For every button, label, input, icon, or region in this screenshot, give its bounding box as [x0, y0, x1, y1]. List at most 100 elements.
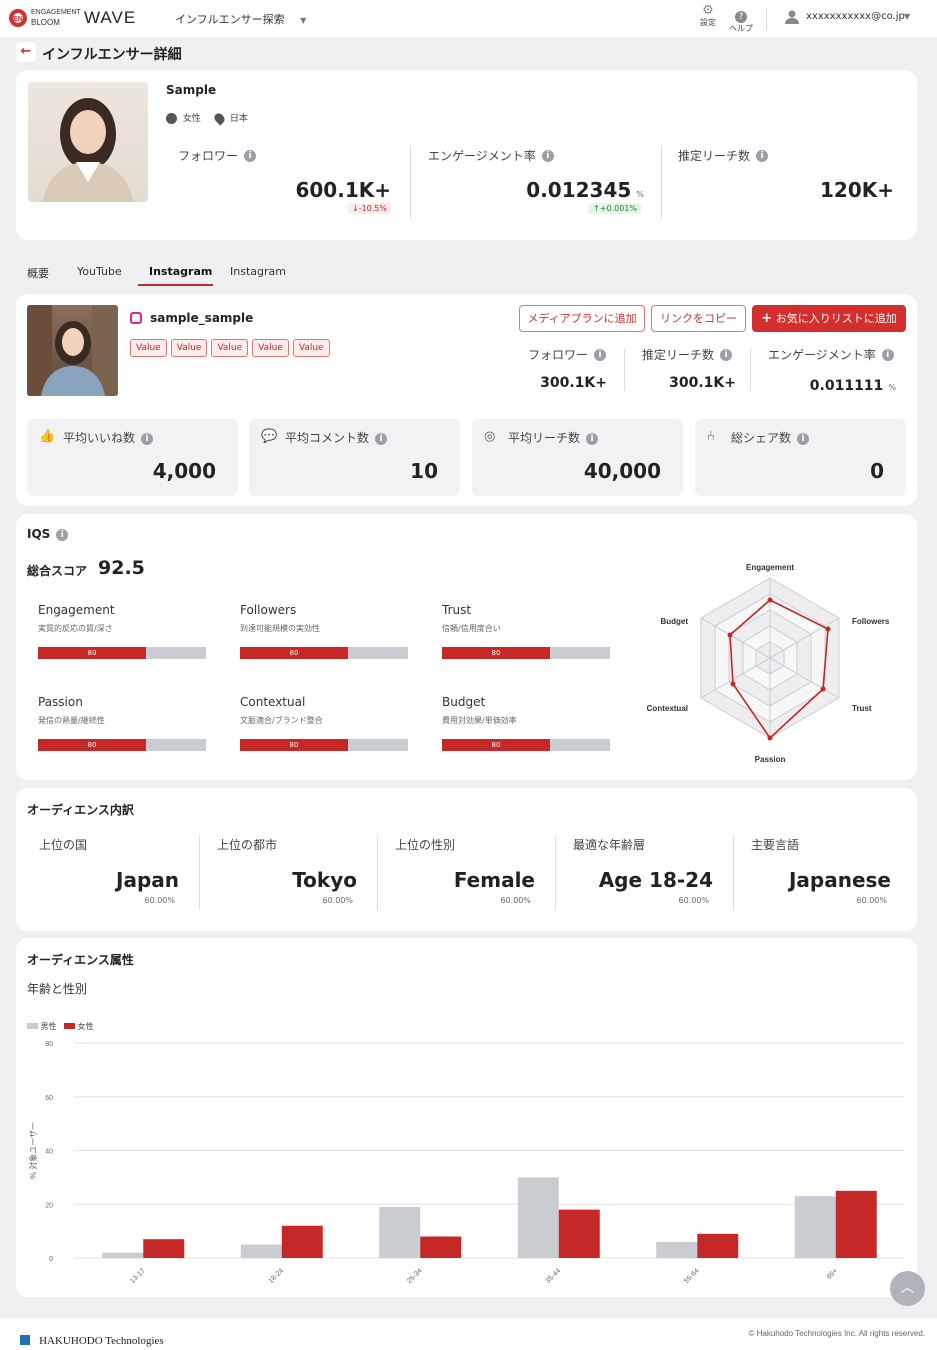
- back-button[interactable]: ←: [16, 42, 36, 62]
- engagement-change: +0.001%: [599, 204, 637, 213]
- top-header: EN ENGAGEMENT BLOOM WAVE インフルエンサー探索 ▼ ⚙ …: [0, 0, 937, 37]
- thumbs-up-icon: 👍: [39, 429, 56, 444]
- x-tick-label: 65+: [826, 1267, 839, 1280]
- engagement-unit: %: [636, 190, 644, 199]
- info-icon[interactable]: i: [586, 432, 599, 445]
- engagement-value-row: 0.012345 %: [526, 178, 644, 202]
- tab-overview[interactable]: 概要: [27, 265, 49, 281]
- logo-text-bottom: BLOOM: [31, 18, 60, 27]
- scroll-top-button[interactable]: ︿: [890, 1271, 925, 1306]
- acc-followers-value: 300.1K+: [540, 375, 607, 391]
- profile-photo: [28, 82, 148, 202]
- info-icon[interactable]: i: [244, 149, 257, 162]
- settings-label: 設定: [700, 18, 716, 27]
- score-bar-fill: 80: [442, 647, 550, 659]
- followers-metric: フォロワー i 600.1K+ ↓-10.5%: [166, 140, 396, 220]
- stat-comments: 💬 平均コメント数 i 10: [249, 419, 460, 496]
- score-bar: 80: [240, 647, 408, 659]
- engagement-value: 0.012345: [526, 178, 632, 202]
- y-tick-label: 20: [45, 1202, 53, 1209]
- company-name: HAKUHODO Technologies: [39, 1335, 164, 1347]
- bar-female: [835, 1190, 877, 1258]
- stat-value: 4,000: [152, 459, 216, 483]
- chevron-down-icon: ▼: [904, 12, 911, 21]
- acc-eng-value: 0.011111: [809, 378, 884, 394]
- audience-item: 最適な年齢層 Age 18-24 60.00%: [573, 838, 713, 905]
- chevron-up-icon: ︿: [900, 1280, 915, 1296]
- score-bar-fill: 80: [442, 739, 550, 751]
- iqs-metric: Trust 信頼/信用度合い 80: [442, 603, 610, 659]
- score-bar: 80: [442, 739, 610, 751]
- attributes-subtitle: 年齢と性別: [27, 982, 88, 996]
- stat-value: 10: [410, 459, 438, 483]
- followers-change: -10.5%: [358, 204, 387, 213]
- logo-wave: WAVE: [84, 8, 137, 27]
- iqs-metric: Budget 費用対効果/単価効率 80: [442, 695, 610, 751]
- info-icon[interactable]: i: [720, 348, 733, 361]
- comment-icon: 💬: [261, 429, 278, 444]
- iqs-card: IQS i 総合スコア 92.5 Engagement 実質的反応の質/深さ 80 …: [16, 514, 917, 780]
- acc-reach: 推定リーチ数 i 300.1K+: [630, 344, 750, 394]
- radar-label-engagement: Engagement: [746, 563, 794, 572]
- tag-list: Value Value Value Value Value: [130, 335, 334, 357]
- iqs-metric: Contextual 文脈適合/ブランド整合 80: [240, 695, 408, 751]
- arrow-up-icon: ↑: [593, 204, 600, 213]
- bar-female: [143, 1239, 185, 1258]
- settings-button[interactable]: ⚙ 設定: [697, 4, 719, 28]
- user-icon: [785, 10, 799, 24]
- bar-male: [379, 1206, 421, 1258]
- copyright: © Hakuhodo Technologies Inc. All rights …: [748, 1329, 925, 1338]
- info-icon[interactable]: i: [375, 432, 388, 445]
- x-tick-label: 18-24: [268, 1267, 286, 1285]
- info-icon[interactable]: i: [56, 528, 69, 541]
- chevron-down-icon: ▼: [300, 16, 307, 25]
- y-tick-label: 80: [45, 1041, 53, 1048]
- divider: [750, 349, 751, 391]
- help-button[interactable]: ? ヘルプ: [727, 4, 755, 34]
- score-bar-fill: 80: [240, 647, 348, 659]
- person-icon: [166, 113, 177, 124]
- info-icon[interactable]: i: [797, 432, 810, 445]
- info-icon[interactable]: i: [541, 149, 554, 162]
- gender-label: 女性: [182, 114, 201, 124]
- acc-reach-value: 300.1K+: [669, 375, 736, 391]
- followers-label: フォロワー: [178, 149, 239, 163]
- bar-female: [558, 1209, 600, 1258]
- tab-youtube[interactable]: YouTube: [77, 265, 122, 278]
- info-icon[interactable]: i: [756, 149, 769, 162]
- acc-eng-value-row: 0.011111 %: [810, 375, 896, 394]
- y-tick-label: 0: [49, 1256, 53, 1263]
- iqs-metric: Engagement 実質的反応の質/深さ 80: [38, 603, 206, 659]
- info-icon[interactable]: i: [881, 348, 894, 361]
- reach-value: 120K+: [819, 178, 894, 202]
- handle-text: sample_sample: [150, 311, 254, 325]
- divider: [733, 836, 734, 910]
- add-media-plan-button[interactable]: メディアプランに追加: [519, 305, 645, 332]
- add-favorite-button[interactable]: + お気に入りリストに追加: [752, 305, 906, 332]
- engagement-label: エンゲージメント率: [428, 149, 536, 163]
- profile-card: Sample 女性 日本 フォロワー i 600.1K+ ↓-10.5% エンゲー…: [16, 70, 917, 240]
- info-icon[interactable]: i: [141, 432, 154, 445]
- engagement-change-badge: ↑+0.001%: [589, 203, 641, 214]
- radar-label-followers: Followers: [852, 617, 890, 626]
- bar-male: [656, 1241, 698, 1258]
- score-bar-fill: 80: [38, 647, 146, 659]
- add-favorite-label: お気に入りリストに追加: [775, 312, 897, 325]
- stat-value: 40,000: [583, 459, 661, 483]
- tab-instagram[interactable]: Instagram: [149, 265, 212, 278]
- info-icon[interactable]: i: [594, 348, 607, 361]
- copy-link-button[interactable]: リンクをコピー: [651, 305, 746, 332]
- active-tab-indicator: [138, 284, 213, 286]
- tab-instagram-2[interactable]: Instagram: [230, 265, 286, 278]
- user-email: xxxxxxxxxxx@co.jp: [806, 11, 905, 22]
- stat-label: 平均コメント数 i: [285, 429, 388, 446]
- bar-female: [420, 1236, 462, 1258]
- profile-name: Sample: [166, 83, 217, 97]
- y-tick-label: 60: [45, 1095, 53, 1102]
- logo[interactable]: EN ENGAGEMENT BLOOM WAVE: [8, 8, 148, 30]
- instagram-handle[interactable]: sample_sample: [130, 307, 253, 326]
- divider: [377, 836, 378, 910]
- engagement-metric: エンゲージメント率 i 0.012345 % ↑+0.001%: [416, 140, 656, 220]
- score-bar: 80: [38, 647, 206, 659]
- nav-dropdown[interactable]: インフルエンサー探索 ▼: [175, 11, 306, 27]
